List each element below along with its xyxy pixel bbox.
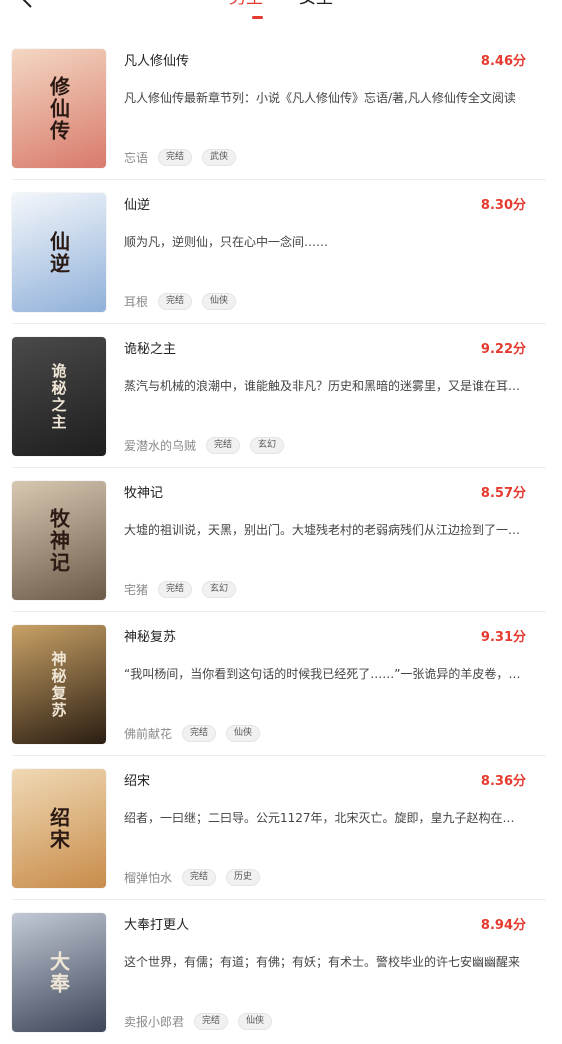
book-cover-title: 绍宋 xyxy=(46,806,71,851)
book-cover[interactable]: 仙逆 xyxy=(12,193,106,312)
book-tag[interactable]: 完结 xyxy=(182,725,217,742)
book-row[interactable]: 修仙传 凡人修仙传 8.46分凡人修仙传最新章节列：小说《凡人修仙传》忘语/著,凡人… xyxy=(12,36,546,180)
book-title[interactable]: 仙逆 xyxy=(124,197,150,215)
book-cover-title: 牧神记 xyxy=(46,507,71,574)
book-intro: “我叫杨间，当你看到这句话的时候我已经死了……”一张诡异的羊皮卷，一个恐怖的故事 xyxy=(124,667,526,681)
book-score: 9.22分 xyxy=(480,342,526,357)
book-tag[interactable]: 完结 xyxy=(182,869,217,886)
book-tag[interactable]: 玄幻 xyxy=(202,581,237,598)
tab-female[interactable]: 女生 xyxy=(291,0,341,9)
book-cover-title: 大奉 xyxy=(46,950,71,995)
book-row[interactable]: 绍宋 绍宋 8.36分 绍者，一曰继；二曰导。公元1127年，北宋灭亡。旋即，皇九子赵… xyxy=(12,756,546,900)
book-score: 8.30分 xyxy=(480,198,526,213)
book-row[interactable]: 大奉 大奉打更人 8.94分这个世界，有儒；有道；有佛；有妖；有术士。警校毕业的许七… xyxy=(12,900,546,1044)
book-title[interactable]: 凡人修仙传 xyxy=(124,53,189,71)
book-tag[interactable]: 仙侠 xyxy=(238,1013,273,1030)
book-title[interactable]: 诡秘之主 xyxy=(124,341,176,359)
book-row[interactable]: 神秘复苏 神秘复苏 9.31分 “我叫杨间，当你看到这句话的时候我已经死了……”一张诡… xyxy=(12,612,546,756)
book-tag[interactable]: 完结 xyxy=(158,293,193,310)
book-tag[interactable]: 仙侠 xyxy=(226,725,261,742)
book-row[interactable]: 诡秘之主 诡秘之主 9.22分 蒸汽与机械的浪潮中，谁能触及非凡？历史和黑暗的迷雾里，… xyxy=(12,324,546,468)
book-meta: 忘语 完结 武侠 xyxy=(124,149,237,166)
book-cover-title: 修仙传 xyxy=(46,75,71,142)
book-intro: 凡人修仙传最新章节列：小说《凡人修仙传》忘语/著,凡人修仙传全文阅读 xyxy=(124,91,516,105)
book-author[interactable]: 宅猪 xyxy=(124,582,148,598)
book-author[interactable]: 佛前献花 xyxy=(124,726,172,742)
book-author[interactable]: 耳根 xyxy=(124,294,148,310)
book-row[interactable]: 牧神记 牧神记 8.57分 大墟的祖训说，天黑，别出门。大墟残老村的老弱病残们从江边捡… xyxy=(12,468,546,612)
book-title[interactable]: 大奉打更人 xyxy=(124,917,189,935)
book-meta: 卖报小郎君 完结 仙侠 xyxy=(124,1013,273,1030)
tab-male[interactable]: 男生 xyxy=(221,0,271,9)
book-meta: 榴弹怕水 完结 历史 xyxy=(124,869,261,886)
book-title[interactable]: 神秘复苏 xyxy=(124,629,176,647)
book-score: 8.94分 xyxy=(480,918,526,933)
book-meta: 宅猪 完结 玄幻 xyxy=(124,581,237,598)
book-cover-title: 仙逆 xyxy=(46,230,71,275)
book-tag[interactable]: 历史 xyxy=(226,869,261,886)
book-cover-title: 神秘复苏 xyxy=(49,650,68,719)
book-list: 修仙传 凡人修仙传 8.46分凡人修仙传最新章节列：小说《凡人修仙传》忘语/著,凡人… xyxy=(0,36,562,1044)
book-intro: 这个世界，有儒；有道；有佛；有妖；有术士。警校毕业的许七安幽幽醒来 xyxy=(124,955,521,969)
book-cover-title: 诡秘之主 xyxy=(49,362,68,431)
book-meta: 佛前献花 完结 仙侠 xyxy=(124,725,261,742)
book-cover[interactable]: 诡秘之主 xyxy=(12,337,106,456)
active-tab-indicator xyxy=(252,16,263,19)
book-cover[interactable]: 神秘复苏 xyxy=(12,625,106,744)
book-tag[interactable]: 仙侠 xyxy=(202,293,237,310)
book-meta: 爱潜水的乌贼 完结 玄幻 xyxy=(124,437,285,454)
book-tag[interactable]: 玄幻 xyxy=(250,437,285,454)
gender-tabs: 男生 女生 xyxy=(0,0,562,9)
book-tag[interactable]: 完结 xyxy=(206,437,241,454)
book-intro: 绍者，一曰继；二曰导。公元1127年，北宋灭亡。旋即，皇九子赵构在河南应天府 xyxy=(124,811,526,825)
book-author[interactable]: 忘语 xyxy=(124,150,148,166)
book-intro: 蒸汽与机械的浪潮中，谁能触及非凡？历史和黑暗的迷雾里，又是谁在耳语？ xyxy=(124,379,526,393)
book-tag[interactable]: 完结 xyxy=(158,149,193,166)
book-score: 8.57分 xyxy=(480,486,526,501)
book-title[interactable]: 绍宋 xyxy=(124,773,150,791)
book-author[interactable]: 爱潜水的乌贼 xyxy=(124,438,196,454)
book-intro: 大墟的祖训说，天黑，别出门。大墟残老村的老弱病残们从江边捡到了一个婴儿 xyxy=(124,523,526,537)
book-cover[interactable]: 牧神记 xyxy=(12,481,106,600)
book-cover[interactable]: 绍宋 xyxy=(12,769,106,888)
book-score: 8.36分 xyxy=(480,774,526,789)
book-score: 9.31分 xyxy=(480,630,526,645)
book-cover[interactable]: 修仙传 xyxy=(12,49,106,168)
book-tag[interactable]: 完结 xyxy=(194,1013,229,1030)
book-author[interactable]: 榴弹怕水 xyxy=(124,870,172,886)
book-title[interactable]: 牧神记 xyxy=(124,485,163,503)
book-cover[interactable]: 大奉 xyxy=(12,913,106,1032)
book-row[interactable]: 仙逆 仙逆 8.30分 顺为凡，逆则仙，只在心中一念间…… 耳根 完结 仙侠 xyxy=(12,180,546,324)
book-tag[interactable]: 完结 xyxy=(158,581,193,598)
book-author[interactable]: 卖报小郎君 xyxy=(124,1014,184,1030)
book-score: 8.46分 xyxy=(480,54,526,69)
book-intro: 顺为凡，逆则仙，只在心中一念间…… xyxy=(124,235,329,249)
book-meta: 耳根 完结 仙侠 xyxy=(124,293,237,310)
top-bar: 男生 女生 xyxy=(0,0,562,28)
book-tag[interactable]: 武侠 xyxy=(202,149,237,166)
